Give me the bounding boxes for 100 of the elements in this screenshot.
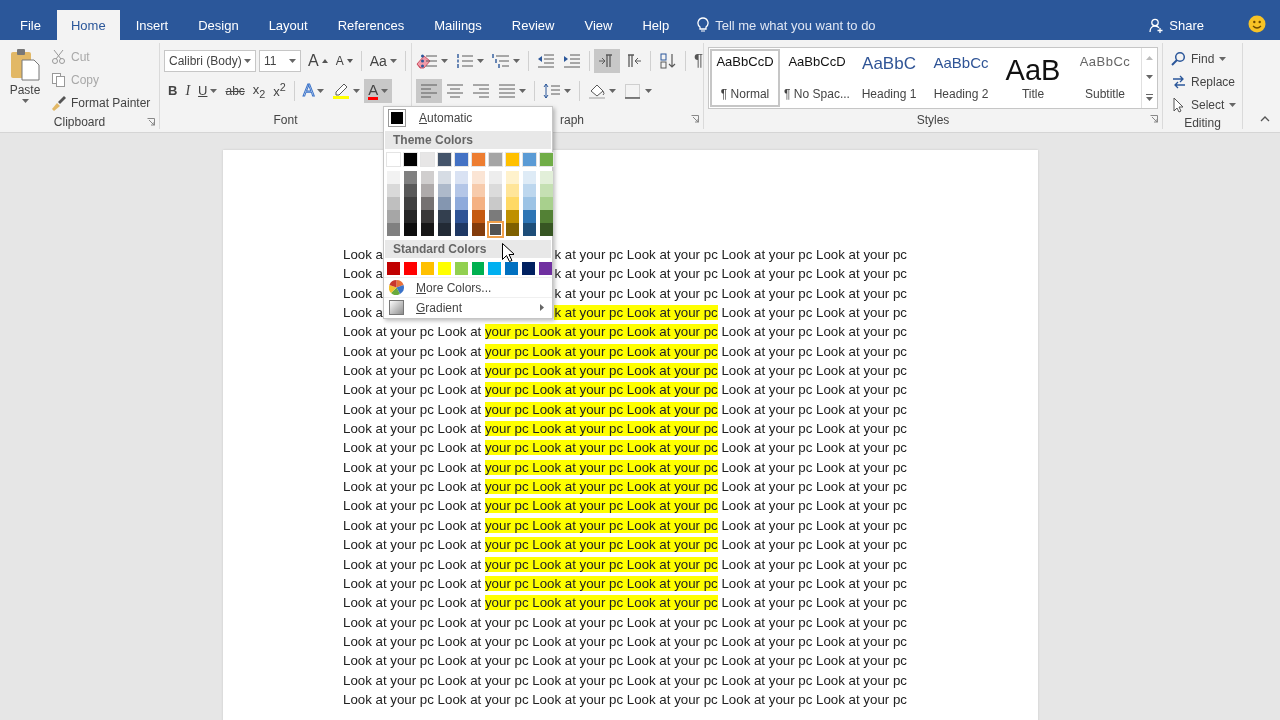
color-swatch[interactable] (489, 223, 502, 236)
caret-icon[interactable] (1229, 102, 1237, 107)
color-swatch[interactable] (505, 262, 519, 275)
gradient-option[interactable]: Gradient (384, 297, 552, 317)
color-swatch[interactable] (540, 210, 553, 223)
font-color-button[interactable]: A (364, 78, 393, 103)
color-swatch[interactable] (387, 197, 400, 210)
style-item[interactable]: AaBbCc Heading 2 (926, 49, 996, 107)
style-item[interactable]: AaBbCcD ¶ Normal (710, 49, 780, 107)
color-swatch[interactable] (523, 184, 536, 197)
line-spacing-icon[interactable] (543, 82, 561, 99)
color-swatch[interactable] (438, 210, 451, 223)
color-swatch[interactable] (506, 210, 519, 223)
multilevel-list-icon[interactable] (492, 52, 510, 69)
color-swatch[interactable] (437, 262, 451, 275)
color-swatch[interactable] (455, 210, 468, 223)
style-item[interactable]: AaBbC Heading 1 (854, 49, 924, 107)
caret-icon[interactable] (477, 58, 484, 63)
color-swatch[interactable] (420, 262, 434, 275)
bullet-list-icon[interactable] (420, 52, 438, 69)
change-case-button[interactable]: Aa (365, 48, 401, 73)
ribbon-tab[interactable]: Design (184, 10, 253, 40)
color-swatch[interactable] (540, 197, 553, 210)
color-swatch[interactable] (387, 262, 400, 275)
left-to-right-button[interactable] (594, 48, 620, 73)
color-swatch[interactable] (472, 171, 485, 184)
color-swatch[interactable] (523, 153, 536, 166)
show-marks-button[interactable]: ¶ (690, 48, 708, 73)
color-swatch[interactable] (421, 210, 434, 223)
color-swatch[interactable] (421, 197, 434, 210)
dialog-launcher-icon[interactable] (1150, 115, 1158, 123)
color-swatch[interactable] (387, 223, 400, 236)
italic-button[interactable]: I (181, 78, 195, 103)
color-swatch[interactable] (421, 184, 434, 197)
color-swatch[interactable] (404, 197, 417, 210)
smiley-icon[interactable] (1248, 15, 1266, 33)
ribbon-tab[interactable]: Layout (254, 10, 322, 40)
color-swatch[interactable] (472, 210, 485, 223)
dialog-launcher-icon[interactable] (691, 115, 699, 123)
color-swatch[interactable] (506, 197, 519, 210)
color-swatch[interactable] (403, 262, 417, 275)
select-button[interactable]: Select (1167, 93, 1241, 116)
color-swatch[interactable] (471, 262, 485, 275)
caret-icon[interactable] (645, 88, 652, 93)
font-name-field[interactable]: Calibri (Body) (164, 49, 256, 72)
color-swatch[interactable] (455, 223, 468, 236)
color-swatch[interactable] (455, 197, 468, 210)
color-swatch[interactable] (506, 223, 519, 236)
color-swatch[interactable] (387, 210, 400, 223)
color-swatch[interactable] (539, 262, 553, 275)
color-swatch[interactable] (454, 262, 468, 275)
paint-bucket-icon[interactable] (588, 82, 606, 99)
color-swatch[interactable] (506, 153, 519, 166)
caret-icon[interactable] (244, 58, 251, 63)
paste-button[interactable]: Paste (4, 45, 46, 114)
ribbon-tab[interactable]: Review (497, 10, 569, 40)
color-swatch[interactable] (472, 197, 485, 210)
caret-icon[interactable] (519, 88, 526, 93)
caret-icon[interactable] (381, 88, 389, 93)
borders-icon[interactable] (624, 82, 642, 99)
numbered-list-icon[interactable] (456, 52, 474, 69)
subscript-button[interactable]: x$_{2}$ (248, 78, 270, 103)
color-swatch[interactable] (438, 223, 451, 236)
color-swatch[interactable] (404, 223, 417, 236)
caret-icon[interactable] (353, 88, 361, 93)
underline-button[interactable]: U (194, 78, 222, 103)
color-swatch[interactable] (488, 262, 502, 275)
color-swatch[interactable] (540, 171, 553, 184)
caret-icon[interactable] (317, 88, 325, 93)
color-swatch[interactable] (455, 153, 468, 166)
color-swatch[interactable] (438, 153, 451, 166)
grow-font-button[interactable]: A (304, 48, 332, 73)
tell-me-field[interactable]: Tell me what you want to do (715, 17, 916, 33)
ribbon-tab[interactable]: File (6, 10, 55, 40)
ribbon-tab[interactable]: Home (56, 10, 120, 40)
color-swatch[interactable] (489, 184, 502, 197)
style-item[interactable]: AaBbCcD ¶ No Spac... (782, 49, 852, 107)
caret-icon[interactable] (210, 88, 218, 93)
shrink-font-button[interactable]: A (331, 48, 357, 73)
color-swatch[interactable] (455, 184, 468, 197)
color-swatch[interactable] (404, 171, 417, 184)
replace-button[interactable]: Replace (1167, 70, 1241, 93)
sort-icon[interactable] (659, 52, 677, 69)
color-swatch[interactable] (506, 184, 519, 197)
color-swatch[interactable] (489, 171, 502, 184)
color-swatch[interactable] (489, 153, 502, 166)
style-item[interactable]: AaBbCc Subtitle (1070, 49, 1140, 107)
color-swatch[interactable] (387, 184, 400, 197)
increase-indent-icon[interactable] (563, 52, 581, 69)
align-left-button[interactable] (416, 78, 442, 103)
color-swatch[interactable] (404, 210, 417, 223)
dialog-launcher-icon[interactable] (147, 118, 155, 126)
color-swatch[interactable] (387, 153, 400, 166)
share-button[interactable]: Share (1143, 10, 1210, 40)
style-item[interactable]: AaB Title (998, 49, 1068, 107)
color-swatch[interactable] (522, 262, 536, 275)
color-swatch[interactable] (472, 223, 485, 236)
color-swatch[interactable] (455, 171, 468, 184)
strikethrough-button[interactable]: abc (221, 78, 249, 103)
color-swatch[interactable] (540, 184, 553, 197)
